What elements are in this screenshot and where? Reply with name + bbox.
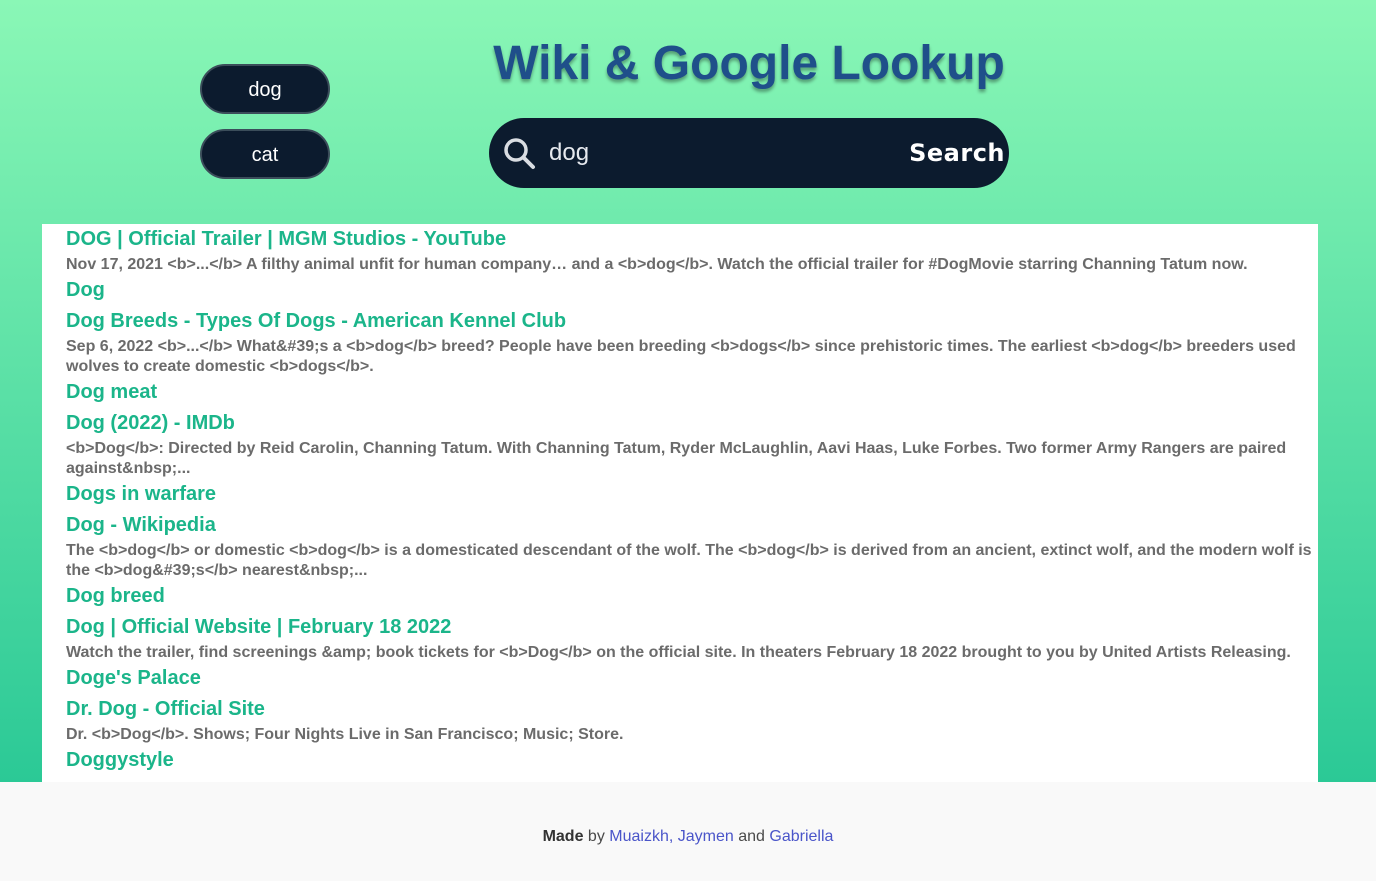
result-snippet: <b>Dog</b>: Directed by Reid Carolin, Ch… bbox=[66, 440, 1287, 477]
made-label: Made bbox=[542, 828, 584, 845]
by-text: by bbox=[583, 828, 610, 845]
search-history: dog cat bbox=[200, 64, 330, 194]
result-item: Dog - Wikipedia The <b>dog</b> or domest… bbox=[66, 514, 1312, 581]
result-title-link[interactable]: Doggystyle bbox=[66, 749, 1312, 771]
result-item: Dog breed bbox=[66, 585, 1312, 607]
result-title-link[interactable]: DOG | Official Trailer | MGM Studios - Y… bbox=[66, 228, 1312, 250]
result-item: DOG | Official Trailer | MGM Studios - Y… bbox=[66, 228, 1312, 275]
results-panel: DOG | Official Trailer | MGM Studios - Y… bbox=[42, 224, 1318, 782]
history-button-dog[interactable]: dog bbox=[200, 64, 330, 114]
search-input[interactable] bbox=[549, 133, 889, 173]
result-title-link[interactable]: Dog - Wikipedia bbox=[66, 514, 1312, 536]
result-title-link[interactable]: Dog meat bbox=[66, 381, 1312, 403]
result-title-link[interactable]: Dog | Official Website | February 18 202… bbox=[66, 616, 1312, 638]
result-title-link[interactable]: Dog Breeds - Types Of Dogs - American Ke… bbox=[66, 310, 1312, 332]
result-title-link[interactable]: Dogs in warfare bbox=[66, 483, 1312, 505]
and-text: and bbox=[733, 828, 770, 845]
result-snippet: Nov 17, 2021 <b>...</b> A filthy animal … bbox=[66, 256, 1248, 273]
credits: Made by Muaizkh, Jaymen and Gabriella bbox=[0, 828, 1376, 846]
result-item: Dog Breeds - Types Of Dogs - American Ke… bbox=[66, 310, 1312, 377]
result-item: Dog (2022) - IMDb <b>Dog</b>: Directed b… bbox=[66, 412, 1312, 479]
result-title-link[interactable]: Doge's Palace bbox=[66, 667, 1312, 689]
result-item: Dogs in warfare bbox=[66, 483, 1312, 505]
authors-link[interactable]: Muaizkh, Jaymen bbox=[609, 828, 734, 845]
page-title: Wiki & Google Lookup bbox=[493, 37, 1005, 90]
result-snippet: Sep 6, 2022 <b>...</b> What&#39;s a <b>d… bbox=[66, 338, 1296, 375]
result-snippet: Dr. <b>Dog</b>. Shows; Four Nights Live … bbox=[66, 726, 624, 743]
history-button-cat[interactable]: cat bbox=[200, 129, 330, 179]
result-snippet: The <b>dog</b> or domestic <b>dog</b> is… bbox=[66, 542, 1312, 579]
result-item: Doggystyle bbox=[66, 749, 1312, 771]
search-button[interactable]: Search bbox=[909, 133, 1005, 173]
last-author-link[interactable]: Gabriella bbox=[769, 828, 833, 845]
result-title-link[interactable]: Dog breed bbox=[66, 585, 1312, 607]
footer: Made by Muaizkh, Jaymen and Gabriella bbox=[0, 782, 1376, 881]
search-icon bbox=[504, 138, 535, 169]
search-bar: Search bbox=[489, 118, 1009, 188]
result-item: Dr. Dog - Official Site Dr. <b>Dog</b>. … bbox=[66, 698, 1312, 745]
result-title-link[interactable]: Dr. Dog - Official Site bbox=[66, 698, 1312, 720]
result-item: Dog meat bbox=[66, 381, 1312, 403]
result-item: Doge's Palace bbox=[66, 667, 1312, 689]
result-title-link[interactable]: Dog bbox=[66, 279, 1312, 301]
result-item: Dog | Official Website | February 18 202… bbox=[66, 616, 1312, 663]
result-snippet: Watch the trailer, find screenings &amp;… bbox=[66, 644, 1291, 661]
result-title-link[interactable]: Dog (2022) - IMDb bbox=[66, 412, 1312, 434]
result-item: Dog bbox=[66, 279, 1312, 301]
